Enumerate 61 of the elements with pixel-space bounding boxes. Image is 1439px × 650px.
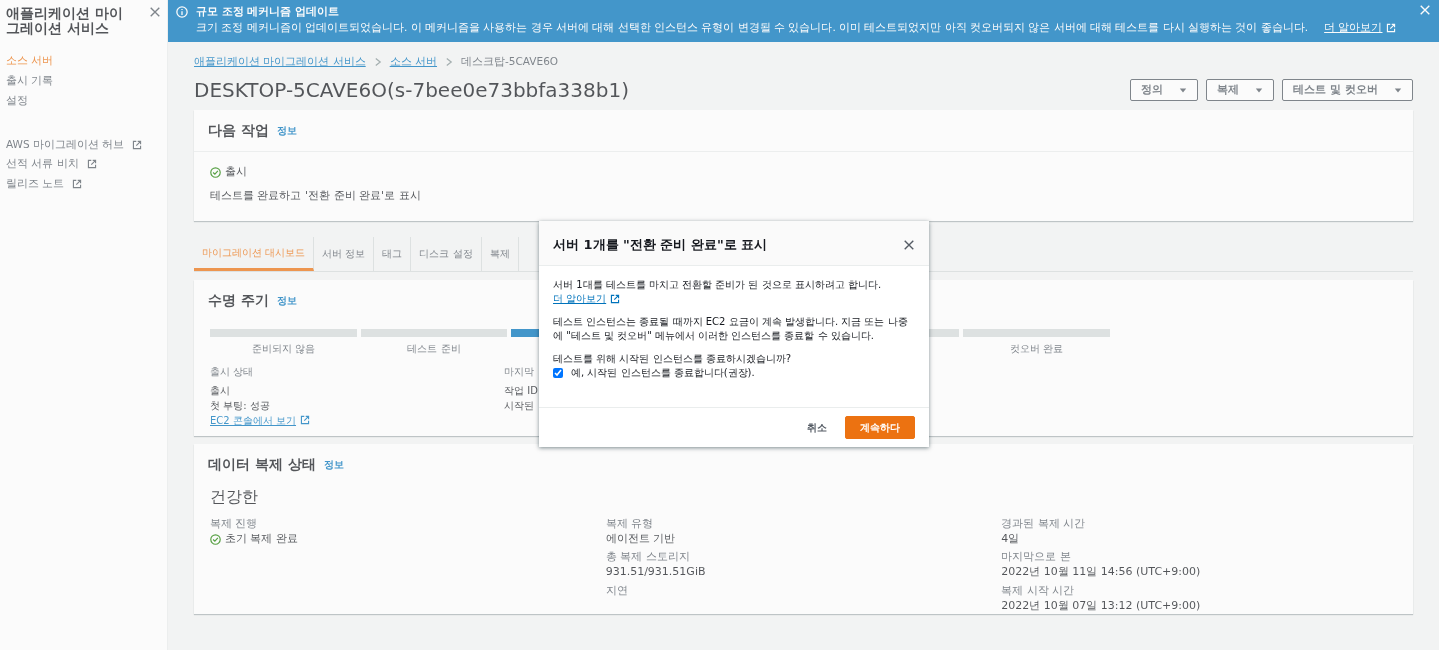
tab[interactable]: 디스크 설정 — [411, 236, 482, 271]
health-text: 건강한 — [210, 485, 259, 508]
field-label: 복제 시작 시간 — [1001, 584, 1076, 599]
dropdown-button[interactable]: 정의 — [1130, 78, 1199, 101]
info-link[interactable]: 정보 — [276, 292, 297, 308]
nav-link[interactable]: 선적 서류 비치 — [6, 154, 79, 175]
banner-message: 크기 조정 메커니즘이 업데이트되었습니다. 이 메커니즘을 사용하는 경우 서버에 대해 선택한 인스턴스 유형이 변경될 수 있습니다. 이미 테스트되었지만 아직 컷오버되지 않은 서버에 대해 테스트를 다시 실행하는 것이 좋습니다. — [196, 19, 1309, 35]
tab[interactable]: 태그 — [374, 236, 412, 271]
cancel-button[interactable]: 취소 — [797, 415, 837, 439]
banner-title: 규모 조정 메커니즘 업데이트 — [196, 4, 340, 19]
field-label: 경과된 복제 시간 — [1001, 516, 1087, 532]
dialog-text: 서버 1대를 테스트를 마치고 전환할 준비가 된 것으로 표시하려고 합니다. — [553, 277, 883, 292]
learn-more-link[interactable]: 더 알아보기 — [553, 292, 607, 307]
tab[interactable]: 서버 정보 — [314, 236, 375, 271]
breadcrumb-link[interactable]: 소스 서버 — [389, 54, 438, 70]
info-link[interactable]: 정보 — [323, 456, 344, 472]
tab[interactable]: 마이그레이션 대시보드 — [194, 236, 315, 271]
learn-more-link[interactable]: 더 알아보기 — [1324, 19, 1383, 36]
nav-link[interactable]: 릴리즈 노트 — [6, 174, 65, 194]
nav-link[interactable]: 소스 서버 — [6, 51, 161, 72]
field-label: 출시 상태 — [210, 364, 254, 379]
console-link[interactable]: EC2 콘솔에서 보기 — [210, 412, 297, 428]
checkbox-label: 예, 시작된 인스턴스를 종료합니다(권장). — [571, 366, 755, 380]
field-value: 4일 — [1001, 531, 1021, 547]
dialog-title: 서버 1개를 "전환 준비 완료"로 표시 — [553, 236, 768, 254]
nav-link[interactable]: 설정 — [6, 90, 161, 111]
field-value: 931.51/931.51GiB — [605, 565, 707, 581]
status-text: 출시 — [225, 163, 247, 180]
dialog-text: 테스트를 위해 시작된 인스턴스를 종료하시겠습니까? — [553, 351, 793, 366]
nav-link[interactable]: AWS 마이그레이션 허브 — [6, 134, 125, 155]
step-label: 컷오버 완료 — [1010, 342, 1064, 354]
card-title: 데이터 복제 상태 — [208, 454, 316, 474]
field-label: 마지막으로 본 — [1001, 550, 1072, 566]
next-action-text: 테스트를 완료하고 '전환 준비 완료'로 표시 — [210, 188, 422, 205]
dropdown-button[interactable]: 복제 — [1206, 78, 1275, 101]
field-value: 2022년 10월 11일 14:56 (UTC+9:00) — [1001, 565, 1202, 581]
field-value: 시작된 — [504, 398, 534, 413]
field-label: 복제 진행 — [210, 516, 259, 532]
info-link[interactable]: 정보 — [276, 122, 297, 138]
page-title: DESKTOP-5CAVE6O(s-7bee0e73bbfa338b1) — [194, 77, 629, 102]
step-label: 준비되지 않음 — [251, 342, 315, 354]
tab[interactable]: 복제 — [481, 236, 519, 271]
field-value: 첫 부팅: 성공 — [210, 398, 270, 413]
continue-button[interactable]: 계속하다 — [845, 415, 915, 439]
dropdown-button[interactable]: 테스트 및 컷오버 — [1282, 78, 1413, 101]
card-title: 수명 주기 — [208, 290, 269, 310]
field-value: 2022년 10월 07일 13:12 (UTC+9:00) — [1001, 598, 1202, 614]
field-label: 지연 — [605, 584, 629, 599]
sidebar-title: 애플리케이션 마이그레이션 서비스 — [6, 6, 124, 36]
card-title: 다음 작업 — [208, 120, 269, 140]
field-label: 마지막 — [504, 364, 534, 379]
field-label: 총 복제 스토리지 — [605, 550, 691, 566]
status-text: 초기 복제 완료 — [225, 531, 298, 547]
field-label: 복제 유형 — [605, 516, 655, 532]
breadcrumb-link[interactable]: 애플리케이션 마이그레이션 서비스 — [194, 54, 366, 70]
field-value: 에이전트 기반 — [605, 531, 677, 547]
nav-link[interactable]: 출시 기록 — [6, 71, 161, 91]
field-value: 작업 ID — [504, 383, 538, 398]
step-label: 테스트 준비 — [407, 342, 461, 354]
field-value: 출시 — [210, 383, 230, 398]
dialog-text: 테스트 인스턴스는 종료될 때까지 EC2 요금이 계속 발생합니다. 지금 또는 나중에 "테스트 및 컷오버" 메뉴에서 이러한 인스턴스를 종료할 수 있습니다. — [553, 314, 909, 343]
